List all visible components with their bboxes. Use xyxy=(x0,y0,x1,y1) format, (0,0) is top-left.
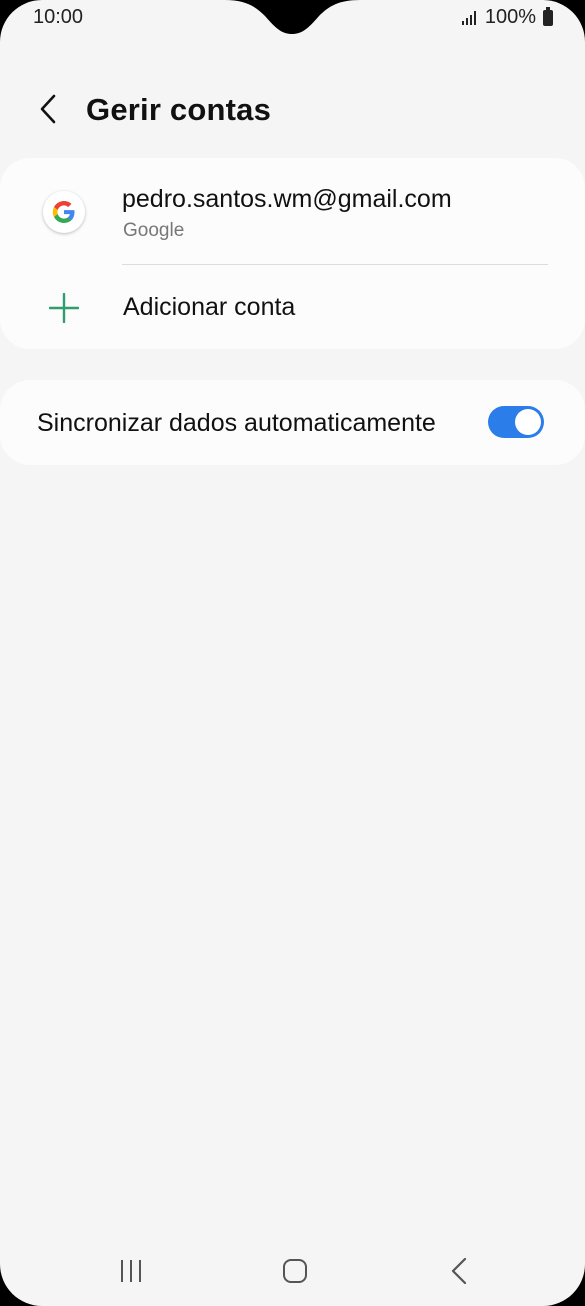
back-icon[interactable] xyxy=(448,1256,470,1286)
sync-label: Sincronizar dados automaticamente xyxy=(37,409,436,437)
sync-toggle[interactable] xyxy=(488,406,544,438)
battery-icon xyxy=(543,6,553,26)
account-type: Google xyxy=(123,220,185,241)
account-email: pedro.santos.wm@gmail.com xyxy=(122,185,452,213)
signal-icon xyxy=(461,10,476,25)
toggle-knob xyxy=(515,409,541,435)
google-icon xyxy=(43,191,85,233)
status-bar: 10:00 100% xyxy=(0,0,585,36)
status-indicators: 100% xyxy=(461,6,553,29)
status-time: 10:00 xyxy=(33,6,84,28)
app-header: Gerir contas xyxy=(0,80,585,140)
recents-icon[interactable] xyxy=(118,1258,148,1284)
navigation-bar xyxy=(0,1238,585,1306)
home-icon[interactable] xyxy=(281,1258,309,1284)
page-title: Gerir contas xyxy=(86,92,272,127)
camera-notch xyxy=(225,0,360,34)
plus-icon xyxy=(49,293,79,323)
divider xyxy=(122,264,548,265)
chevron-left-icon[interactable] xyxy=(32,92,66,126)
phone-screen: 10:00 100% Gerir contas pedro.santos.wm@… xyxy=(0,0,585,1306)
battery-percent: 100% xyxy=(484,6,536,28)
add-account-label: Adicionar conta xyxy=(123,293,296,321)
